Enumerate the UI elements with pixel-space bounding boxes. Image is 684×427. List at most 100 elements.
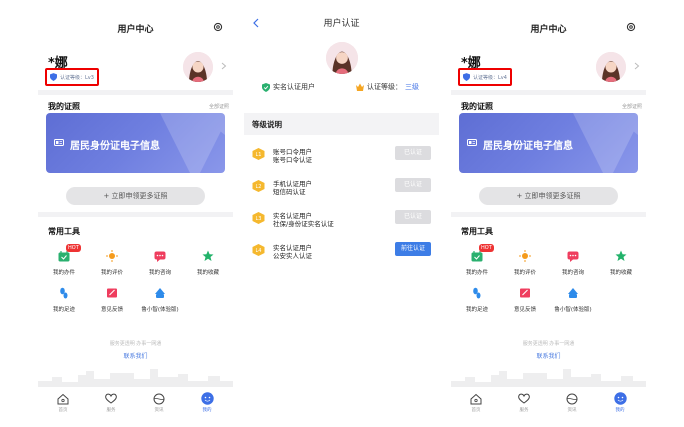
globe-icon (566, 392, 579, 405)
level-text: 认证等级：Lv4 (473, 74, 507, 81)
apply-more-button[interactable]: + 立即申领更多证照 (66, 187, 205, 205)
tool-label: 鲁小智(体验版) (554, 307, 592, 313)
avatar[interactable] (596, 52, 626, 82)
tool-label: 我的办件 (465, 270, 488, 276)
tool-lu-xiaozhi[interactable]: 鲁小智(体验版) (138, 285, 182, 313)
level-row-l1: L1 账号口令用户 账号口令认证 已认证 (244, 142, 439, 170)
tab-label: 首页 (471, 408, 481, 413)
all-certs-link[interactable]: 全部证照 (209, 103, 229, 110)
id-card-banner[interactable]: 居民身份证电子信息 (46, 113, 225, 173)
chevron-right-icon[interactable] (634, 62, 640, 70)
verified-user-status: 实名认证用户 (262, 82, 315, 92)
tool-lu-xiaozhi[interactable]: 鲁小智(体验版) (551, 285, 595, 313)
tool-my-inquiries[interactable]: 我的咨询 (138, 248, 182, 276)
tool-my-favorites[interactable]: 我的收藏 (599, 248, 643, 276)
level-badge-icon: L2 (252, 180, 265, 192)
bottom-tab-bar: 首页 服务 资讯 我的 (38, 392, 233, 422)
level-status-button: 已认证 (395, 178, 431, 192)
tool-my-favorites[interactable]: 我的收藏 (186, 248, 230, 276)
tool-my-cases[interactable]: HOT 我的办件 (42, 244, 86, 276)
level-badge-icon: L1 (252, 148, 265, 160)
bot-icon (152, 285, 168, 301)
apply-more-button[interactable]: + 立即申领更多证照 (479, 187, 618, 205)
shield-icon (50, 73, 57, 81)
footer-note: 服务更透明 办事一网通 (109, 341, 162, 347)
hot-badge: HOT (479, 244, 494, 252)
level-line2: 社保/身份证实名认证 (273, 220, 334, 228)
level-badge-icon: L3 (252, 212, 265, 224)
tool-feedback[interactable]: 意见反馈 (503, 285, 547, 313)
id-card-label: 居民身份证电子信息 (70, 141, 160, 152)
certification-level-status: 认证等级： 三级 (356, 82, 419, 92)
tab-label: 我的 (615, 408, 625, 413)
tab-mine[interactable]: 我的 (605, 392, 635, 413)
certification-level-badge[interactable]: 认证等级：Lv3 (45, 68, 99, 86)
tab-news[interactable]: 资讯 (557, 392, 587, 413)
page-title: 用户中心 (117, 25, 154, 35)
tab-home[interactable]: 首页 (48, 392, 78, 413)
badge-text: L4 (256, 248, 262, 254)
go-verify-button[interactable]: 前往认证 (395, 242, 431, 256)
feedback-icon (517, 285, 533, 301)
footer-note: 服务更透明 办事一网通 (522, 341, 575, 347)
tool-feedback[interactable]: 意见反馈 (90, 285, 134, 313)
tool-my-footprints[interactable]: 我的足迹 (42, 285, 86, 313)
heart-icon (518, 392, 531, 405)
badge-text: L2 (256, 184, 262, 190)
tool-label: 我的评价 (100, 270, 123, 276)
verified-label: 实名认证用户 (273, 83, 315, 91)
sun-icon (517, 248, 533, 264)
tool-my-inquiries[interactable]: 我的咨询 (551, 248, 595, 276)
avatar[interactable] (183, 52, 213, 82)
section-title: 等级说明 (252, 120, 282, 129)
verified-shield-icon (262, 82, 270, 92)
id-card-banner[interactable]: 居民身份证电子信息 (459, 113, 638, 173)
section-title-certs: 我的证照 (48, 102, 80, 111)
level-row-l2: L2 手机认证用户 短信码认证 已认证 (244, 174, 439, 202)
tool-label: 我的咨询 (148, 270, 171, 276)
globe-icon (153, 392, 166, 405)
sun-icon (104, 248, 120, 264)
level-row-l3: L3 实名认证用户 社保/身份证实名认证 已认证 (244, 206, 439, 234)
gear-icon[interactable] (213, 22, 223, 32)
tool-my-reviews[interactable]: 我的评价 (90, 248, 134, 276)
section-title-certs: 我的证照 (461, 102, 493, 111)
section-title-tools: 常用工具 (461, 227, 493, 236)
user-center-screen-lv4: 用户中心 *娜 认证等级：Lv4 我的证照 全部证照 居民身份证电子信息 + 立… (451, 0, 646, 427)
tool-label: 意见反馈 (100, 307, 123, 313)
contact-us-link[interactable]: 联系我们 (38, 351, 233, 360)
section-title-tools: 常用工具 (48, 227, 80, 236)
level-text: 认证等级：Lv3 (60, 74, 94, 81)
contact-us-link[interactable]: 联系我们 (451, 351, 646, 360)
certification-level-badge[interactable]: 认证等级：Lv4 (458, 68, 512, 86)
tab-label: 服务 (519, 408, 529, 413)
divider (451, 90, 646, 95)
heart-icon (105, 392, 118, 405)
id-card-label: 居民身份证电子信息 (483, 141, 573, 152)
shield-icon (463, 73, 470, 81)
level-badge-icon: L4 (252, 244, 265, 256)
chat-icon (152, 248, 168, 264)
user-center-screen-lv3: 用户中心 *娜 认证等级：Lv3 我的证照 全部证照 居民身份证电子信息 + 立… (38, 0, 233, 427)
tab-service[interactable]: 服务 (509, 392, 539, 413)
skyline-illustration (38, 369, 233, 387)
badge-text: L3 (256, 216, 262, 222)
tab-service[interactable]: 服务 (96, 392, 126, 413)
divider (38, 212, 233, 217)
home-icon (470, 392, 483, 405)
chevron-right-icon[interactable] (221, 62, 227, 70)
tool-my-cases[interactable]: HOT 我的办件 (455, 244, 499, 276)
skyline-illustration (451, 369, 646, 387)
all-certs-link[interactable]: 全部证照 (622, 103, 642, 110)
tab-mine[interactable]: 我的 (192, 392, 222, 413)
star-icon (200, 248, 216, 264)
tool-my-footprints[interactable]: 我的足迹 (455, 285, 499, 313)
tab-home[interactable]: 首页 (461, 392, 491, 413)
tool-label: 我的评价 (513, 270, 536, 276)
gear-icon[interactable] (626, 22, 636, 32)
id-card-icon (54, 139, 64, 146)
tab-news[interactable]: 资讯 (144, 392, 174, 413)
level-row-l4: L4 实名认证用户 公安实人认证 前往认证 (244, 238, 439, 266)
tool-my-reviews[interactable]: 我的评价 (503, 248, 547, 276)
home-icon (57, 392, 70, 405)
